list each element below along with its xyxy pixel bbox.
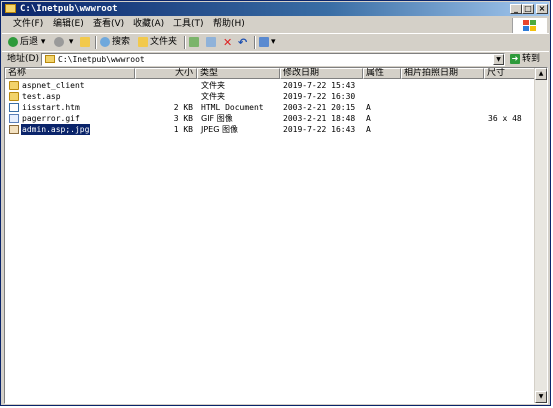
list-item[interactable]: test.asp 文件夹 2019-7-22 16:30 xyxy=(5,91,525,102)
file-modified: 2019-7-22 15:43 xyxy=(283,81,356,90)
go-label: 转到 xyxy=(522,54,541,64)
address-label: 地址(D) xyxy=(7,54,39,64)
search-button[interactable]: 搜索 xyxy=(100,36,130,49)
menu-view[interactable]: 查看(V) xyxy=(93,19,124,30)
file-name: iisstart.htm xyxy=(22,103,80,112)
address-input[interactable]: C:\Inetpub\wwwroot ▼ xyxy=(41,53,505,66)
views-button[interactable]: ▾ xyxy=(259,36,276,49)
scroll-up-button[interactable]: ▲ xyxy=(535,68,547,80)
toolbar-separator xyxy=(254,36,256,49)
windows-flag-icon xyxy=(523,20,537,31)
folders-icon xyxy=(138,36,148,47)
file-name: admin.asp;.jpg xyxy=(21,124,91,135)
window-title: C:\Inetpub\wwwroot xyxy=(20,4,118,14)
go-arrow-icon: ➜ xyxy=(510,53,520,64)
file-attributes: A xyxy=(366,103,371,112)
forward-arrow-icon xyxy=(54,36,64,47)
vertical-scrollbar[interactable]: ▲ ▼ xyxy=(534,68,547,403)
file-attributes: A xyxy=(366,125,371,134)
address-dropdown-button[interactable]: ▼ xyxy=(493,54,504,65)
search-label: 搜索 xyxy=(112,37,131,47)
go-button[interactable]: ➜ 转到 xyxy=(510,53,548,66)
toolbar-separator xyxy=(184,36,186,49)
column-header-size[interactable]: 大小 xyxy=(135,68,197,79)
file-attributes: A xyxy=(366,114,371,123)
menu-bar: 文件(F) 编辑(E) 查看(V) 收藏(A) 工具(T) 帮助(H) xyxy=(2,17,549,33)
file-size: 2 KB xyxy=(173,103,193,112)
folder-icon xyxy=(9,81,19,90)
file-modified: 2019-7-22 16:43 xyxy=(283,125,356,134)
file-type: HTML Document xyxy=(201,103,264,112)
file-size: 1 KB xyxy=(173,125,193,134)
address-bar: 地址(D) C:\Inetpub\wwwroot ▼ ➜ 转到 xyxy=(2,51,549,67)
menu-help[interactable]: 帮助(H) xyxy=(213,19,245,30)
list-item[interactable]: aspnet_client 文件夹 2019-7-22 15:43 xyxy=(5,80,525,91)
column-header-modified[interactable]: 修改日期 xyxy=(280,68,363,79)
forward-button[interactable]: ▾ xyxy=(54,36,73,49)
copy-to-icon xyxy=(206,36,216,47)
toolbar: 后退 ▾ ▾ 搜索 文件夹 ✕ ↶ ▾ xyxy=(2,33,549,52)
list-item[interactable]: iisstart.htm 2 KB HTML Document 2003-2-2… xyxy=(5,102,525,113)
toolbar-separator xyxy=(95,36,97,49)
search-icon xyxy=(100,36,110,47)
file-modified: 2003-2-21 20:15 xyxy=(283,103,356,112)
column-header-photo-date[interactable]: 相片拍照日期 xyxy=(401,68,484,79)
scroll-down-button[interactable]: ▼ xyxy=(535,391,547,403)
list-item[interactable]: admin.asp;.jpg 1 KB JPEG 图像 2019-7-22 16… xyxy=(5,124,525,135)
file-list-view[interactable]: 名称 大小 类型 修改日期 属性 相片拍照日期 尺寸 aspnet_client… xyxy=(4,67,548,404)
menu-file[interactable]: 文件(F) xyxy=(13,19,43,30)
move-to-button[interactable] xyxy=(189,36,201,49)
close-button[interactable]: × xyxy=(536,4,548,14)
menu-edit[interactable]: 编辑(E) xyxy=(53,19,84,30)
file-type: 文件夹 xyxy=(201,81,225,90)
list-item[interactable]: pagerror.gif 3 KB GIF 图像 2003-2-21 18:48… xyxy=(5,113,525,124)
move-to-icon xyxy=(189,36,199,47)
column-header-name[interactable]: 名称 xyxy=(5,68,135,79)
copy-to-button[interactable] xyxy=(206,36,218,49)
file-modified: 2019-7-22 16:30 xyxy=(283,92,356,101)
folders-label: 文件夹 xyxy=(150,37,178,47)
views-icon xyxy=(259,36,269,47)
delete-icon: ✕ xyxy=(223,36,233,49)
file-name: pagerror.gif xyxy=(22,114,80,123)
file-type: GIF 图像 xyxy=(201,114,233,123)
file-name: aspnet_client xyxy=(22,81,85,90)
undo-button[interactable]: ↶ xyxy=(238,36,247,49)
menu-tools[interactable]: 工具(T) xyxy=(173,19,204,30)
file-modified: 2003-2-21 18:48 xyxy=(283,114,356,123)
gif-file-icon xyxy=(9,114,19,123)
file-name: test.asp xyxy=(22,92,61,101)
minimize-button[interactable]: _ xyxy=(510,4,522,14)
column-header-attributes[interactable]: 属性 xyxy=(363,68,401,79)
folder-icon xyxy=(9,92,19,101)
title-bar[interactable]: C:\Inetpub\wwwroot _ □ × xyxy=(2,2,549,16)
back-button[interactable]: 后退 ▾ xyxy=(8,36,45,49)
back-arrow-icon xyxy=(8,36,18,47)
undo-icon: ↶ xyxy=(238,36,248,49)
file-size: 3 KB xyxy=(173,114,193,123)
html-file-icon xyxy=(9,103,19,112)
folder-icon xyxy=(45,55,55,63)
column-header-dimensions[interactable]: 尺寸 xyxy=(484,68,537,79)
back-label: 后退 xyxy=(20,37,39,47)
delete-button[interactable]: ✕ xyxy=(223,36,232,49)
folders-button[interactable]: 文件夹 xyxy=(138,36,177,49)
folder-icon xyxy=(5,4,16,13)
address-value: C:\Inetpub\wwwroot xyxy=(58,55,145,64)
file-type: JPEG 图像 xyxy=(201,125,238,134)
maximize-button[interactable]: □ xyxy=(522,4,534,14)
windows-logo xyxy=(512,18,547,33)
column-header-type[interactable]: 类型 xyxy=(197,68,280,79)
menu-favorites[interactable]: 收藏(A) xyxy=(133,19,164,30)
up-folder-icon xyxy=(80,36,90,47)
up-folder-button[interactable] xyxy=(80,36,92,49)
file-dimensions: 36 x 48 xyxy=(488,114,522,123)
explorer-window: C:\Inetpub\wwwroot _ □ × 文件(F) 编辑(E) 查看(… xyxy=(0,0,551,406)
jpeg-file-icon xyxy=(9,125,19,134)
file-type: 文件夹 xyxy=(201,92,225,101)
